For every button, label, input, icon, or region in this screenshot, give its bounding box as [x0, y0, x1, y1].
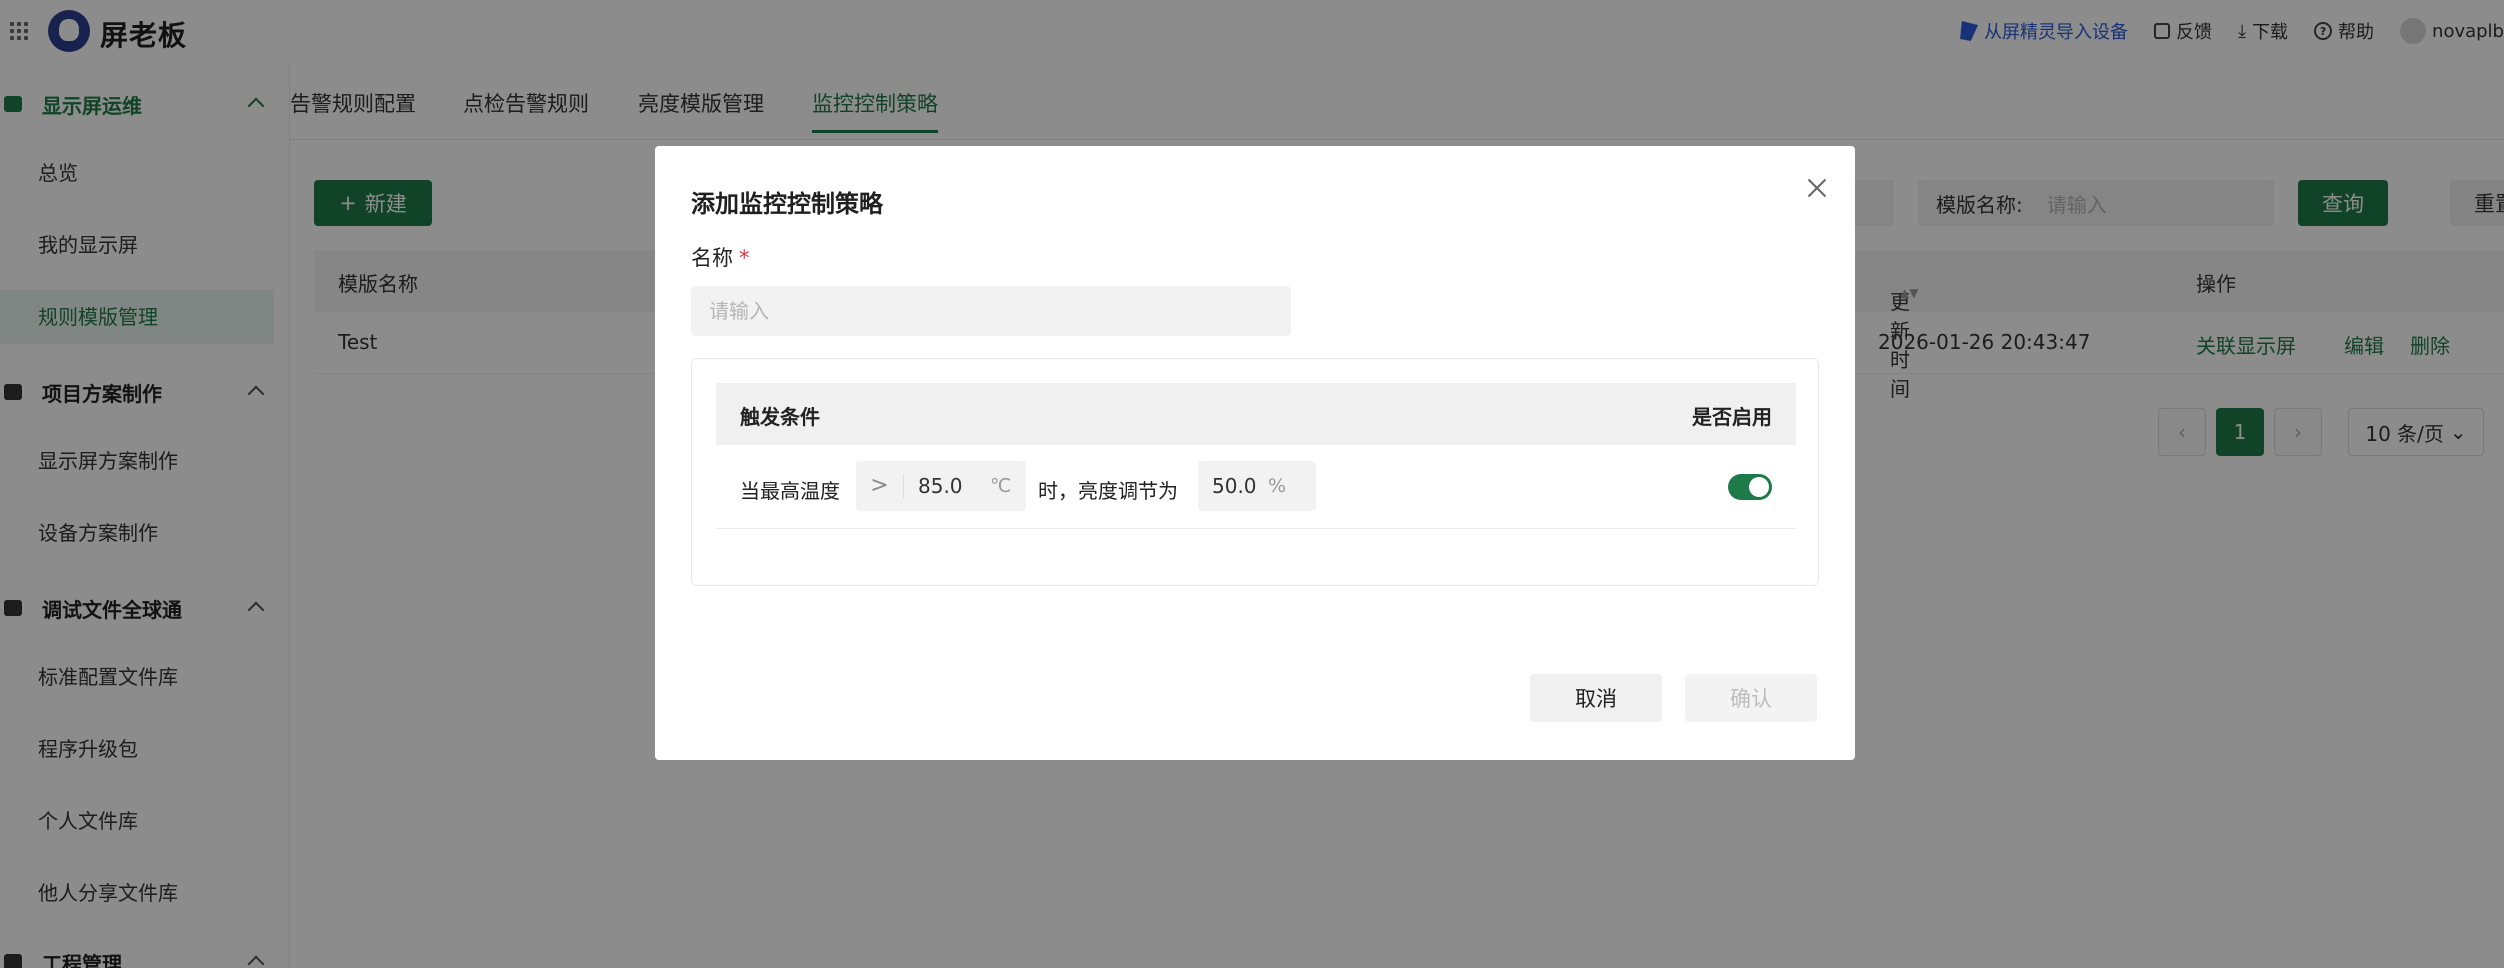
- condition-prefix: 当最高温度: [740, 479, 840, 503]
- cancel-button[interactable]: 取消: [1530, 674, 1662, 722]
- modal-title: 添加监控控制策略: [691, 190, 883, 218]
- brightness-unit: %: [1268, 475, 1287, 497]
- condition-row: 当最高温度 > 85.0 ℃ 时，亮度调节为 50.0 %: [716, 445, 1796, 529]
- conditions-panel: 触发条件 是否启用 当最高温度 > 85.0 ℃ 时，亮度调节为 50.0 %: [691, 358, 1819, 586]
- conditions-table-header: 触发条件 是否启用: [716, 383, 1796, 445]
- brightness-value[interactable]: 50.0: [1198, 474, 1262, 498]
- name-field-label: 名称 *: [691, 242, 750, 272]
- add-strategy-modal: 添加监控控制策略 名称* 触发条件 是否启用 当最高温度 > 85.0 ℃ 时，…: [655, 146, 1855, 760]
- header-trigger-condition: 触发条件: [740, 405, 820, 429]
- brightness-input-group[interactable]: 50.0 %: [1198, 461, 1316, 511]
- temperature-unit: ℃: [990, 475, 1012, 497]
- required-mark: *: [739, 246, 750, 270]
- confirm-button[interactable]: 确认: [1685, 674, 1817, 722]
- close-icon[interactable]: [1803, 174, 1831, 202]
- temperature-input-group[interactable]: > 85.0 ℃: [856, 461, 1026, 511]
- operator-select[interactable]: >: [856, 474, 904, 498]
- name-label-text: 名称: [691, 246, 733, 270]
- condition-middle-text: 时，亮度调节为: [1038, 479, 1178, 503]
- header-enabled: 是否启用: [1692, 405, 1772, 429]
- enabled-toggle[interactable]: [1728, 474, 1772, 500]
- name-input[interactable]: [691, 286, 1291, 336]
- temperature-value[interactable]: 85.0: [904, 474, 984, 498]
